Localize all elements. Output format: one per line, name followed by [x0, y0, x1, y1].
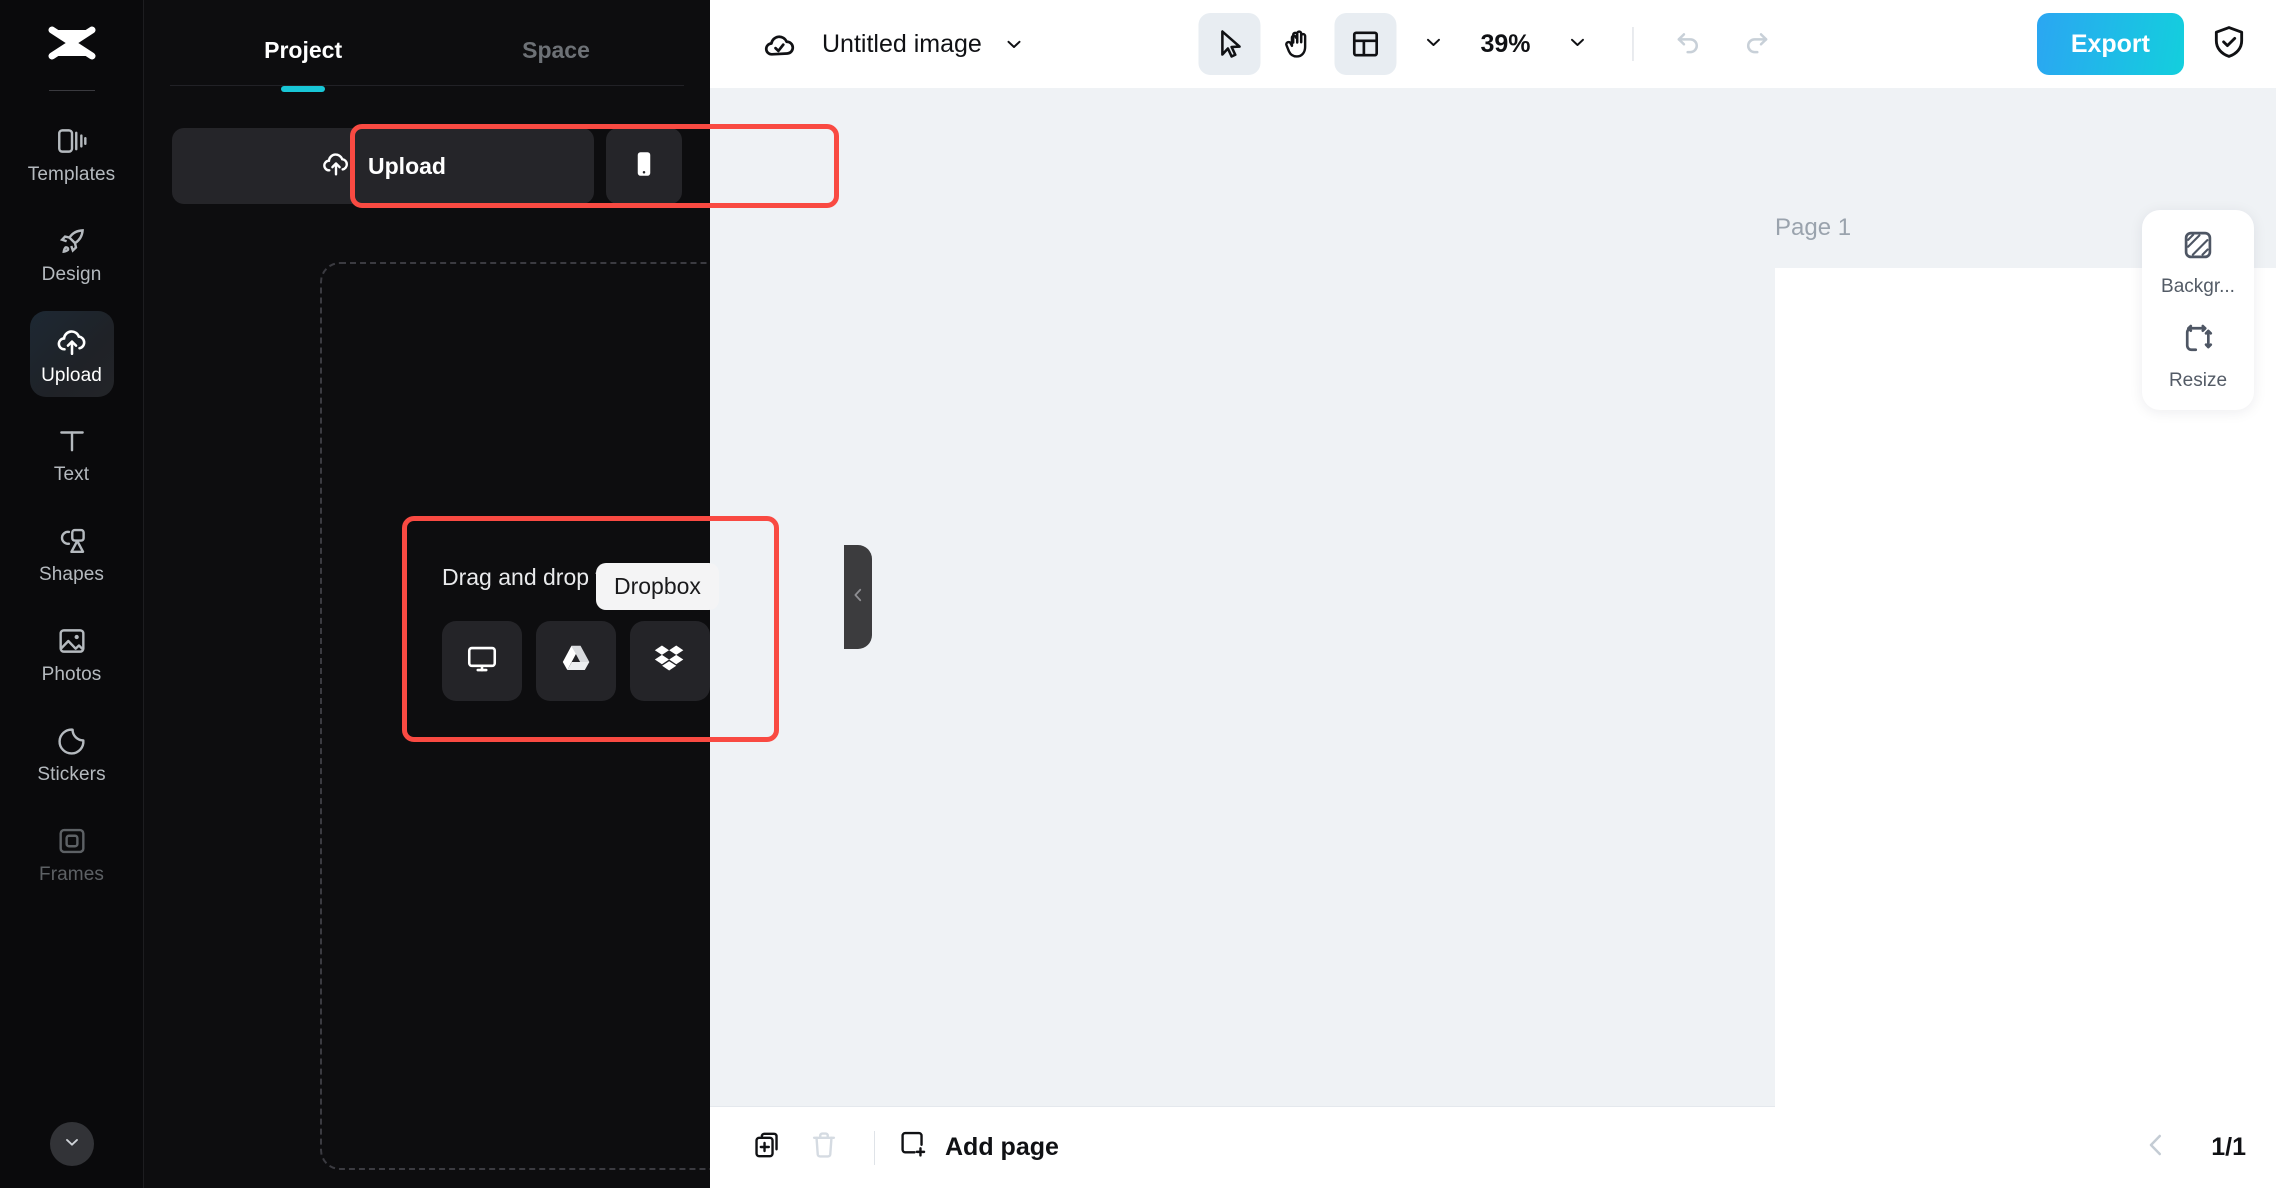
layout-dropdown-button[interactable] [1402, 13, 1464, 75]
shapes-icon [55, 524, 89, 558]
upload-cloud-icon [320, 147, 352, 185]
sticker-icon [55, 724, 89, 758]
background-hatch-icon [2181, 228, 2215, 267]
shield-check-icon[interactable] [2210, 23, 2248, 66]
main-area: Untitled image 39% Export Page 1 Backgr.… [710, 0, 2276, 1188]
sidebar-item-label: Frames [39, 864, 104, 885]
chevron-down-icon [62, 1132, 82, 1157]
document-title[interactable]: Untitled image [822, 30, 982, 59]
sidebar-item-stickers[interactable]: Stickers [30, 711, 114, 797]
sidebar-item-design[interactable]: Design [30, 211, 114, 297]
sidebar-item-label: Shapes [38, 564, 105, 585]
text-t-icon [55, 424, 89, 458]
duplicate-plus-icon [752, 1129, 784, 1166]
chevron-down-icon [1421, 30, 1445, 59]
redo-button[interactable] [1726, 13, 1788, 75]
add-page-button[interactable]: Add page [897, 1128, 1059, 1167]
expand-sidebar-button[interactable] [49, 1122, 94, 1166]
upload-panel: Project Space Upload Drag and drop file … [144, 0, 872, 1188]
layout-tool-button[interactable] [1334, 13, 1397, 75]
templates-icon [55, 124, 89, 158]
zoom-dropdown-button[interactable] [1547, 13, 1609, 75]
sidebar-item-label: Stickers [37, 764, 106, 785]
monitor-icon [465, 641, 499, 680]
sidebar-item-templates[interactable]: Templates [27, 111, 116, 197]
chevron-left-icon [849, 583, 867, 612]
left-icon-rail: Templates Design Upload Text Shapes Phot… [0, 0, 144, 1188]
dock-item-label: Backgr... [2161, 276, 2235, 297]
undo-arrow-icon [1673, 26, 1705, 63]
dock-item-resize[interactable]: Resize [2142, 322, 2254, 392]
zoom-level-value[interactable]: 39% [1480, 30, 1530, 59]
cloud-saved-icon [760, 25, 798, 63]
delete-page-button[interactable] [796, 1120, 852, 1176]
canvas-workspace[interactable]: Page 1 Backgr... Resize [710, 88, 2276, 1113]
topbar-right-group: Export [2036, 13, 2248, 75]
dock-item-background[interactable]: Backgr... [2142, 228, 2254, 298]
collapse-panel-handle[interactable] [844, 545, 872, 649]
prev-page-button[interactable] [2141, 1130, 2171, 1165]
upload-source-this-device[interactable] [442, 620, 522, 701]
page-count-label: 1/1 [2211, 1133, 2246, 1161]
top-toolbar: Untitled image 39% Export [710, 0, 2276, 88]
google-drive-icon [560, 642, 592, 679]
sidebar-item-photos[interactable]: Photos [30, 611, 114, 697]
canvas-tool-group: 39% [1198, 13, 1787, 75]
duplicate-page-button[interactable] [740, 1120, 796, 1176]
rail-divider [48, 90, 95, 91]
design-rocket-icon [55, 224, 89, 258]
capcut-editor-window: Templates Design Upload Text Shapes Phot… [0, 0, 2276, 1188]
add-page-icon [897, 1128, 929, 1167]
undo-button[interactable] [1658, 13, 1720, 75]
page-label: Page 1 [1775, 214, 1852, 241]
dock-item-label: Resize [2168, 370, 2228, 391]
sidebar-item-frames[interactable]: Frames [30, 811, 114, 897]
upload-source-dropbox[interactable] [630, 620, 710, 701]
sidebar-item-label: Templates [27, 164, 116, 185]
chevron-down-icon[interactable] [1002, 32, 1026, 56]
sidebar-item-shapes[interactable]: Shapes [30, 511, 114, 597]
sidebar-item-label: Text [53, 464, 90, 485]
export-button[interactable]: Export [2036, 13, 2184, 75]
sidebar-item-label: Design [41, 264, 102, 285]
tab-project[interactable]: Project [264, 37, 342, 86]
upload-actions-row: Upload [172, 128, 682, 204]
dropbox-icon [653, 641, 687, 680]
upload-source-google-drive[interactable] [536, 620, 616, 701]
bottom-toolbar: Add page 1/1 [710, 1106, 2276, 1188]
upload-button[interactable]: Upload [172, 128, 594, 204]
tab-bar-divider [170, 85, 684, 86]
sidebar-item-text[interactable]: Text [30, 411, 114, 497]
chevron-down-icon [1566, 30, 1590, 59]
upload-from-phone-button[interactable] [606, 128, 682, 204]
hand-tool-button[interactable] [1266, 13, 1328, 75]
sidebar-item-upload[interactable]: Upload [29, 311, 114, 397]
photos-image-icon [55, 624, 89, 658]
upload-cloud-icon [54, 323, 90, 359]
resize-arrows-icon [2181, 322, 2215, 361]
sidebar-item-label: Photos [41, 664, 102, 685]
frames-icon [55, 824, 89, 858]
bottom-toolbar-divider [874, 1130, 875, 1165]
redo-arrow-icon [1741, 26, 1773, 63]
dropbox-tooltip: Dropbox [596, 563, 719, 610]
tab-space[interactable]: Space [522, 37, 590, 86]
trash-icon [808, 1129, 840, 1166]
add-page-label: Add page [945, 1133, 1059, 1161]
upload-button-label: Upload [368, 152, 446, 179]
right-dock-panel: Backgr... Resize [2142, 210, 2254, 410]
select-tool-button[interactable] [1198, 13, 1261, 75]
capcut-logo-icon[interactable] [41, 18, 103, 76]
pagination-group: 1/1 [2141, 1130, 2246, 1165]
toolbar-divider [1632, 27, 1634, 61]
panel-tab-bar: Project Space [144, 0, 710, 86]
mobile-phone-icon [629, 149, 659, 184]
sidebar-item-label: Upload [41, 365, 102, 386]
